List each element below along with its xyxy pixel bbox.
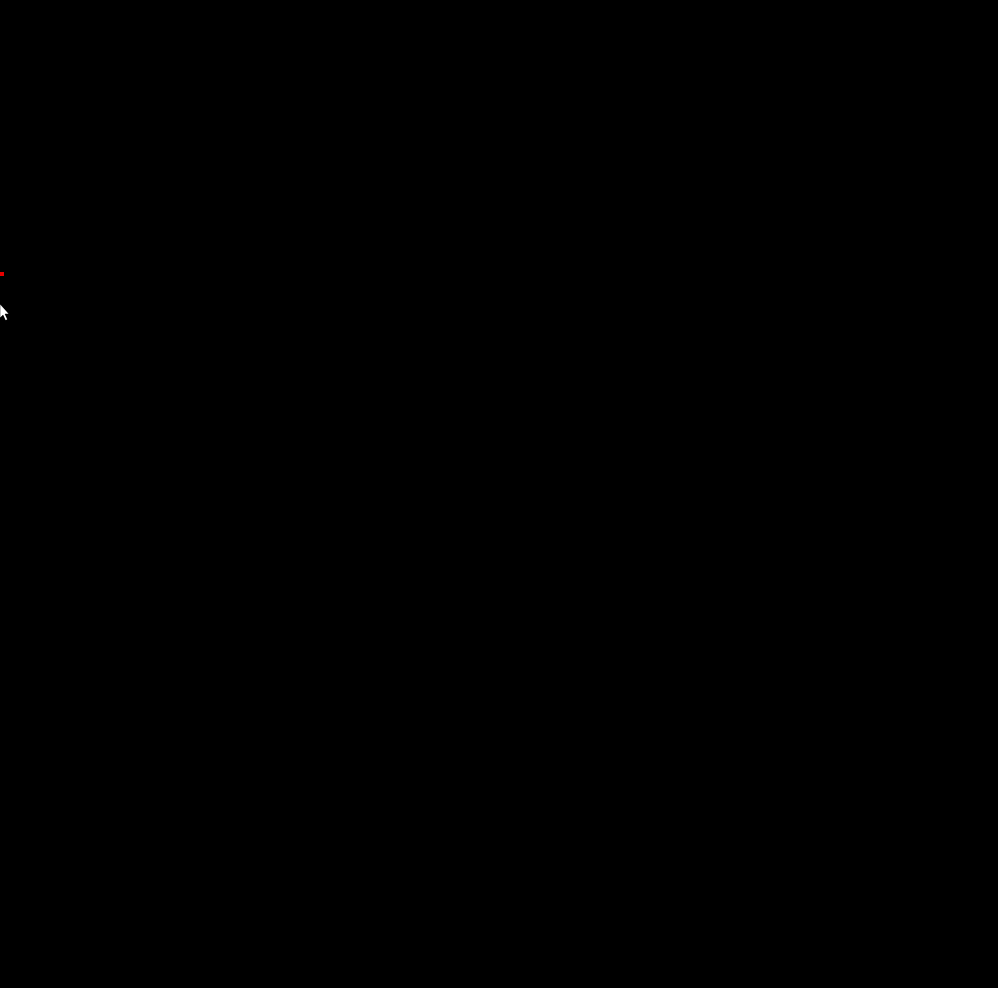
mouse-cursor-icon bbox=[0, 304, 12, 323]
terminal-output[interactable] bbox=[0, 64, 998, 240]
red-highlight-box bbox=[0, 272, 4, 276]
